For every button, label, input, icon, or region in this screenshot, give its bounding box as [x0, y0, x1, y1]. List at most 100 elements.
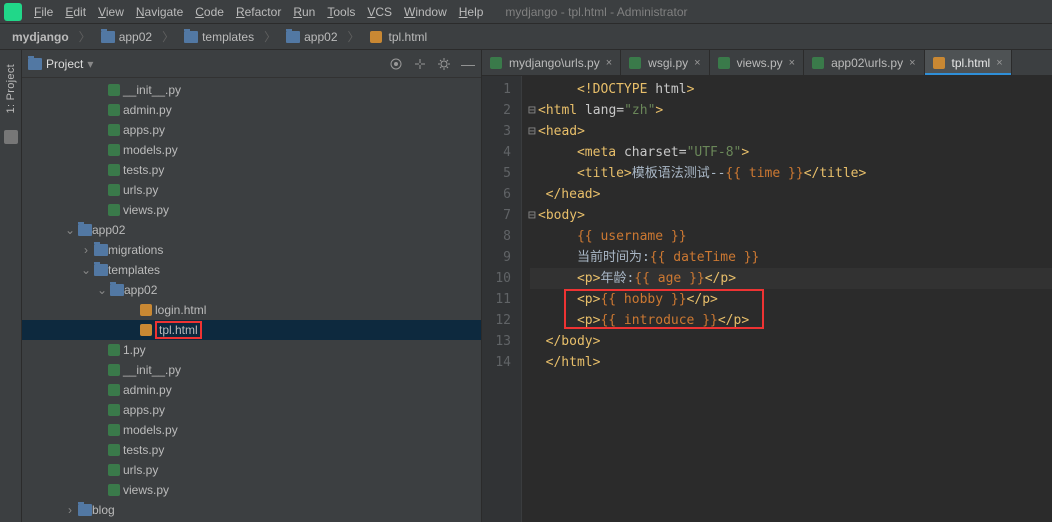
hide-icon[interactable]: —	[461, 57, 475, 71]
editor-tab[interactable]: mydjango\urls.py×	[482, 50, 621, 75]
gear-icon[interactable]	[437, 57, 451, 71]
tree-row[interactable]: urls.py	[22, 180, 481, 200]
tree-row[interactable]: urls.py	[22, 460, 481, 480]
menu-item[interactable]: File	[28, 3, 59, 21]
close-icon[interactable]: ×	[694, 57, 700, 69]
tree-row[interactable]: 1.py	[22, 340, 481, 360]
line-number: 3	[482, 121, 511, 142]
chevron-down-icon[interactable]: ⌄	[78, 263, 94, 277]
project-tree[interactable]: __init__.pyadmin.pyapps.pymodels.pytests…	[22, 78, 481, 522]
tab-label: wsgi.py	[648, 56, 688, 70]
python-file-icon	[108, 84, 120, 96]
line-number: 6	[482, 184, 511, 205]
tree-row[interactable]: __init__.py	[22, 80, 481, 100]
line-number: 11	[482, 289, 511, 310]
menu-item[interactable]: Edit	[59, 3, 92, 21]
editor-tab[interactable]: wsgi.py ×	[621, 50, 709, 75]
tree-row[interactable]: ⌄ app02	[22, 220, 481, 240]
python-file-icon	[108, 464, 120, 476]
python-file-icon	[108, 124, 120, 136]
html-file-icon	[370, 31, 382, 43]
tree-row[interactable]: models.py	[22, 140, 481, 160]
gutter: 1234567891011121314	[482, 76, 522, 522]
tree-row[interactable]: admin.py	[22, 380, 481, 400]
menu-item[interactable]: Code	[189, 3, 230, 21]
tab-label: tpl.html	[952, 56, 991, 70]
html-file-icon	[933, 57, 945, 69]
chevron-right-icon[interactable]: ›	[78, 243, 94, 257]
tree-row[interactable]: › blog	[22, 500, 481, 520]
tree-row[interactable]: login.html	[22, 300, 481, 320]
python-file-icon	[629, 57, 641, 69]
line-number: 14	[482, 352, 511, 373]
collapse-icon[interactable]	[413, 57, 427, 71]
close-icon[interactable]: ×	[909, 57, 915, 69]
python-file-icon	[108, 424, 120, 436]
tree-row[interactable]: models.py	[22, 420, 481, 440]
tree-row[interactable]: tpl.html	[22, 320, 481, 340]
menu-item[interactable]: View	[92, 3, 130, 21]
menu-item[interactable]: Help	[453, 3, 490, 21]
breadcrumb-item[interactable]: templates	[180, 28, 258, 46]
tree-label: tests.py	[123, 443, 164, 457]
tree-label: __init__.py	[123, 363, 181, 377]
panel-title[interactable]: Project	[46, 57, 83, 71]
tree-row[interactable]: apps.py	[22, 400, 481, 420]
breadcrumb-item[interactable]: app02	[97, 28, 156, 46]
code-area[interactable]: 1234567891011121314 <!DOCTYPE html> ⊟<ht…	[482, 76, 1052, 522]
tree-row[interactable]: ⌄ templates	[22, 260, 481, 280]
tree-label: urls.py	[123, 183, 158, 197]
menu-item[interactable]: VCS	[361, 3, 398, 21]
chevron-down-icon[interactable]: ⌄	[62, 223, 78, 237]
tree-label: views.py	[123, 483, 169, 497]
menu-item[interactable]: Tools	[321, 3, 361, 21]
editor-tab[interactable]: tpl.html ×	[925, 50, 1012, 75]
tree-label: urls.py	[123, 463, 158, 477]
python-file-icon	[812, 57, 824, 69]
menu-item[interactable]: Run	[287, 3, 321, 21]
tree-label: blog	[92, 503, 115, 517]
locate-icon[interactable]	[389, 57, 403, 71]
app-logo-icon	[4, 3, 22, 21]
dropdown-icon[interactable]: ▾	[87, 57, 93, 71]
tree-row[interactable]: tests.py	[22, 160, 481, 180]
python-file-icon	[108, 144, 120, 156]
tree-label: models.py	[123, 143, 178, 157]
tree-row[interactable]: apps.py	[22, 120, 481, 140]
tree-label: tpl.html	[159, 323, 198, 337]
tree-label: 1.py	[123, 343, 146, 357]
code-lines[interactable]: <!DOCTYPE html> ⊟<html lang="zh"> ⊟<head…	[522, 76, 1052, 522]
breadcrumb-item[interactable]: app02	[282, 28, 341, 46]
tab-label: app02\urls.py	[831, 56, 903, 70]
close-icon[interactable]: ×	[996, 57, 1002, 69]
tree-row[interactable]: admin.py	[22, 100, 481, 120]
structure-tool-icon[interactable]	[4, 130, 18, 144]
editor-tab[interactable]: app02\urls.py ×	[804, 50, 924, 75]
breadcrumb-item[interactable]: tpl.html	[366, 28, 432, 46]
tree-row[interactable]: views.py	[22, 200, 481, 220]
tree-label: templates	[108, 263, 160, 277]
breadcrumb-item[interactable]: mydjango	[8, 28, 73, 46]
tree-row[interactable]: tests.py	[22, 440, 481, 460]
tree-row[interactable]: ⌄ app02	[22, 280, 481, 300]
breadcrumb: mydjango〉 app02〉 templates〉 app02〉 tpl.h…	[0, 24, 1052, 50]
html-file-icon	[140, 304, 152, 316]
line-number: 10	[482, 268, 511, 289]
tab-label: views.py	[737, 56, 783, 70]
editor-tab[interactable]: views.py ×	[710, 50, 804, 75]
menu-item[interactable]: Refactor	[230, 3, 287, 21]
menu-item[interactable]: Window	[398, 3, 453, 21]
project-tool-tab[interactable]: 1: Project	[3, 58, 19, 119]
editor: mydjango\urls.py×wsgi.py×views.py×app02\…	[482, 50, 1052, 522]
chevron-right-icon[interactable]: ›	[62, 503, 78, 517]
close-icon[interactable]: ×	[789, 57, 795, 69]
tree-row[interactable]: › migrations	[22, 240, 481, 260]
chevron-down-icon[interactable]: ⌄	[94, 283, 110, 297]
close-icon[interactable]: ×	[606, 57, 612, 69]
tree-row[interactable]: views.py	[22, 480, 481, 500]
line-number: 8	[482, 226, 511, 247]
line-number: 9	[482, 247, 511, 268]
tree-row[interactable]: __init__.py	[22, 360, 481, 380]
python-file-icon	[490, 57, 502, 69]
menu-item[interactable]: Navigate	[130, 3, 189, 21]
